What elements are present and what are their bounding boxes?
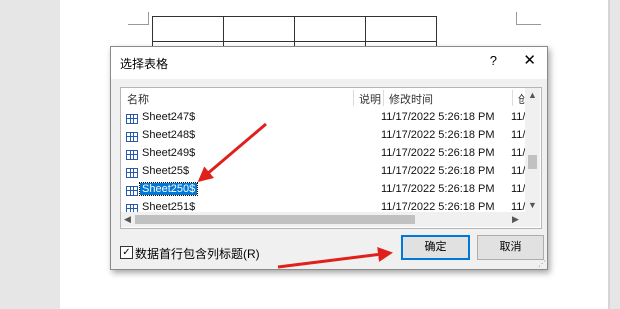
annotation-arrow <box>197 122 267 182</box>
annotation-arrows <box>197 122 393 269</box>
annotation-arrow <box>277 247 393 269</box>
